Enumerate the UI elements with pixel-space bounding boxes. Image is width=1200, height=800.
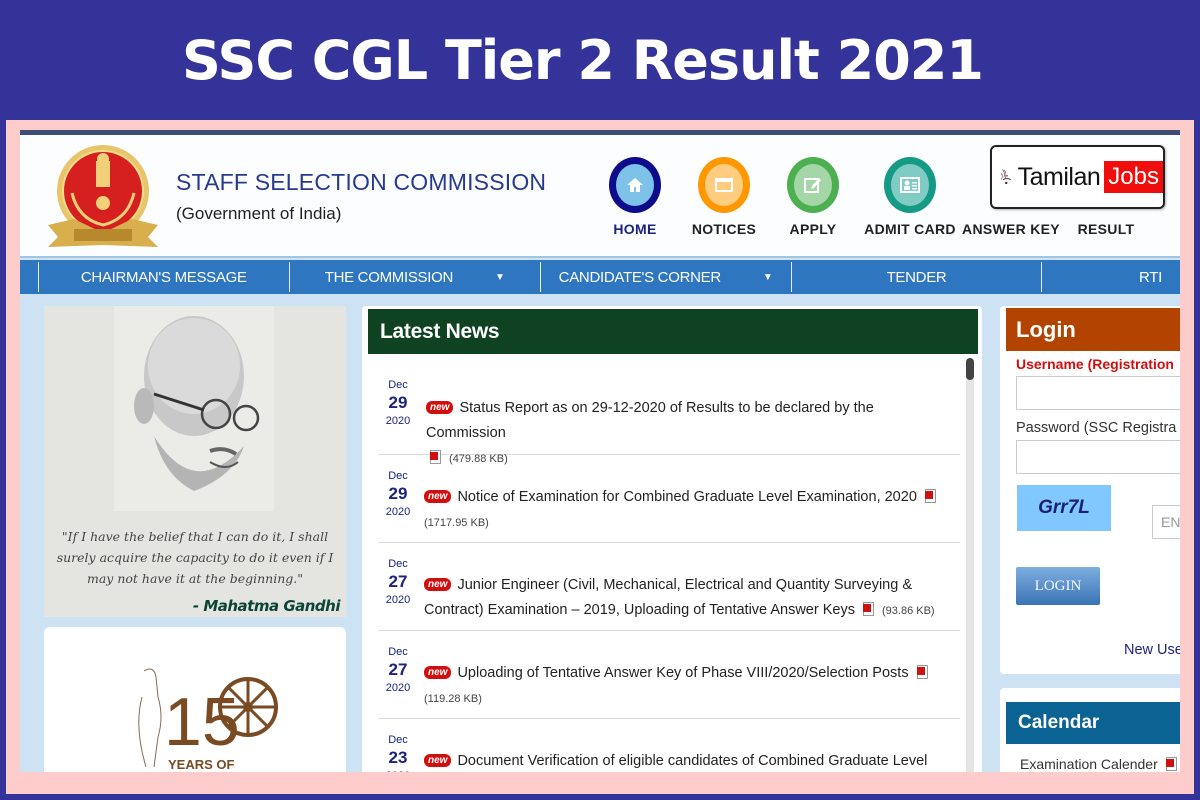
left-column: "If I have the belief that I can do it, … (44, 306, 346, 772)
news-body: new Uploading of Tentative Answer Key of … (424, 631, 960, 712)
pdf-icon[interactable] (862, 602, 874, 616)
poet-sketch-icon (1000, 169, 1012, 184)
pdf-icon[interactable] (924, 489, 936, 503)
scroll-thumb[interactable] (966, 358, 974, 380)
new-badge-icon: new (424, 578, 452, 591)
username-input[interactable] (1016, 376, 1180, 410)
right-column: Login Username (Registration Password (S… (1000, 306, 1180, 772)
screenshot-frame: STAFF SELECTION COMMISSION (Government o… (6, 120, 1194, 794)
captcha-input[interactable]: EN (1152, 505, 1180, 539)
menu-label: CANDIDATE'S CORNER (558, 268, 722, 286)
quick-nav-label: ADMIT CARD (864, 221, 956, 237)
org-subtitle: (Government of India) (176, 204, 342, 223)
edit-icon (787, 157, 839, 213)
captcha-image: Grr7L (1017, 485, 1111, 531)
svg-text:15: 15 (164, 684, 240, 760)
menu-label: RTI (1139, 268, 1162, 286)
file-size: (119.28 KB) (424, 693, 482, 705)
new-badge-icon: new (424, 666, 452, 679)
password-label: Password (SSC Registra (1016, 420, 1177, 436)
news-link[interactable]: Document Verification of eligible candid… (457, 753, 927, 769)
ssc-website: STAFF SELECTION COMMISSION (Government o… (20, 130, 1180, 772)
pdf-icon[interactable] (916, 665, 928, 679)
quick-nav-apply[interactable]: APPLY (758, 157, 868, 237)
main-menu: CHAIRMAN'S MESSAGE THE COMMISSION ▼ CAND… (20, 260, 1180, 294)
new-badge-icon: new (424, 490, 452, 503)
new-badge-icon: new (424, 754, 452, 767)
news-link[interactable]: Uploading of Tentative Answer Key of Pha… (457, 665, 908, 681)
logo-line1: YEARS OF (168, 757, 235, 772)
menu-chairmans-message[interactable]: CHAIRMAN'S MESSAGE (37, 262, 289, 292)
watermark-highlight: Jobs (1104, 161, 1163, 193)
quote-author: - Mahatma Gandhi (192, 597, 341, 615)
banner-title: SSC CGL Tier 2 Result 2021 (182, 28, 984, 92)
quick-nav-label: RESULT (1077, 221, 1135, 237)
ssc-emblem-logo[interactable] (44, 141, 162, 253)
login-button[interactable]: LOGIN (1016, 567, 1100, 605)
news-link[interactable]: Notice of Examination for Combined Gradu… (457, 489, 916, 505)
gandhi-150-logo: 15 YEARS OF CELEBRATING (138, 668, 278, 772)
gandhi-portrait (114, 306, 274, 511)
examination-calendar-link[interactable]: Examination Calender (1020, 756, 1180, 772)
news-date: Dec 27 2020 (385, 646, 411, 694)
menu-candidates-corner[interactable]: CANDIDATE'S CORNER ▼ (539, 262, 791, 292)
new-badge-icon: new (426, 401, 454, 414)
gandhi-quote-card: "If I have the belief that I can do it, … (44, 306, 346, 617)
news-item[interactable]: Dec 23 2020 new Document Verification of … (378, 719, 960, 772)
pdf-icon[interactable] (1165, 757, 1177, 771)
gandhi-quote: "If I have the belief that I can do it, … (56, 529, 334, 586)
news-link[interactable]: Status Report as on 29-12-2020 of Result… (426, 400, 874, 441)
news-date: Dec 29 2020 (385, 379, 411, 427)
calendar-card: Calendar Examination Calender (1000, 688, 1180, 772)
news-date: Dec 27 2020 (385, 558, 411, 606)
id-card-icon (884, 157, 936, 213)
news-body: new Junior Engineer (Civil, Mechanical, E… (424, 543, 960, 624)
latest-news-panel: Latest News Dec 29 2020 new Status Report… (362, 306, 982, 772)
tamilan-jobs-watermark: Tamilan Jobs (990, 145, 1165, 209)
news-item[interactable]: Dec 29 2020 new Status Report as on 29-12… (378, 358, 960, 465)
quick-nav-label: ANSWER KEY (962, 221, 1060, 237)
news-body: new Document Verification of eligible can… (424, 719, 960, 772)
menu-tender[interactable]: TENDER (790, 262, 1042, 292)
news-list: Dec 29 2020 new Status Report as on 29-12… (378, 358, 960, 772)
news-date: Dec 23 2020 (386, 734, 410, 772)
caret-down-icon: ▼ (762, 271, 773, 283)
menu-rti[interactable]: RTI (1041, 262, 1180, 292)
news-scrollbar[interactable] (966, 358, 974, 772)
calendar-title: Calendar (1006, 702, 1180, 744)
watermark-text: Tamilan (1017, 162, 1101, 191)
username-label: Username (Registration (1016, 356, 1174, 372)
org-name: STAFF SELECTION COMMISSION (176, 169, 547, 195)
caret-down-icon: ▼ (495, 271, 505, 283)
notice-board-icon (698, 157, 750, 213)
news-item[interactable]: Dec 29 2020 new Notice of Examination for… (378, 455, 960, 543)
quick-nav-label: APPLY (789, 221, 837, 237)
file-size: (93.86 KB) (882, 605, 935, 617)
site-header: STAFF SELECTION COMMISSION (Government o… (20, 135, 1180, 258)
menu-label: THE COMMISSION (324, 268, 454, 286)
login-title: Login (1006, 308, 1180, 351)
news-item[interactable]: Dec 27 2020 new Uploading of Tentative An… (378, 631, 960, 719)
home-icon (609, 157, 661, 213)
new-user-link[interactable]: New Use (1124, 642, 1180, 658)
news-body: new Notice of Examination for Combined Gr… (424, 455, 960, 536)
menu-label: TENDER (886, 268, 947, 286)
menu-the-commission[interactable]: THE COMMISSION ▼ (288, 262, 540, 292)
news-item[interactable]: Dec 27 2020 new Junior Engineer (Civil, M… (378, 543, 960, 631)
file-size: (1717.95 KB) (424, 517, 489, 529)
news-link[interactable]: Junior Engineer (Civil, Mechanical, Elec… (424, 577, 912, 618)
menu-label: CHAIRMAN'S MESSAGE (80, 268, 247, 286)
gandhi-150-logo-card[interactable]: 15 YEARS OF CELEBRATING (44, 627, 346, 772)
latest-news-title: Latest News (368, 309, 978, 354)
news-date: Dec 29 2020 (385, 470, 411, 518)
login-card: Login Username (Registration Password (S… (1000, 306, 1180, 674)
password-input[interactable] (1016, 440, 1180, 474)
quick-nav-admit-card[interactable]: ADMIT CARD (855, 157, 965, 237)
